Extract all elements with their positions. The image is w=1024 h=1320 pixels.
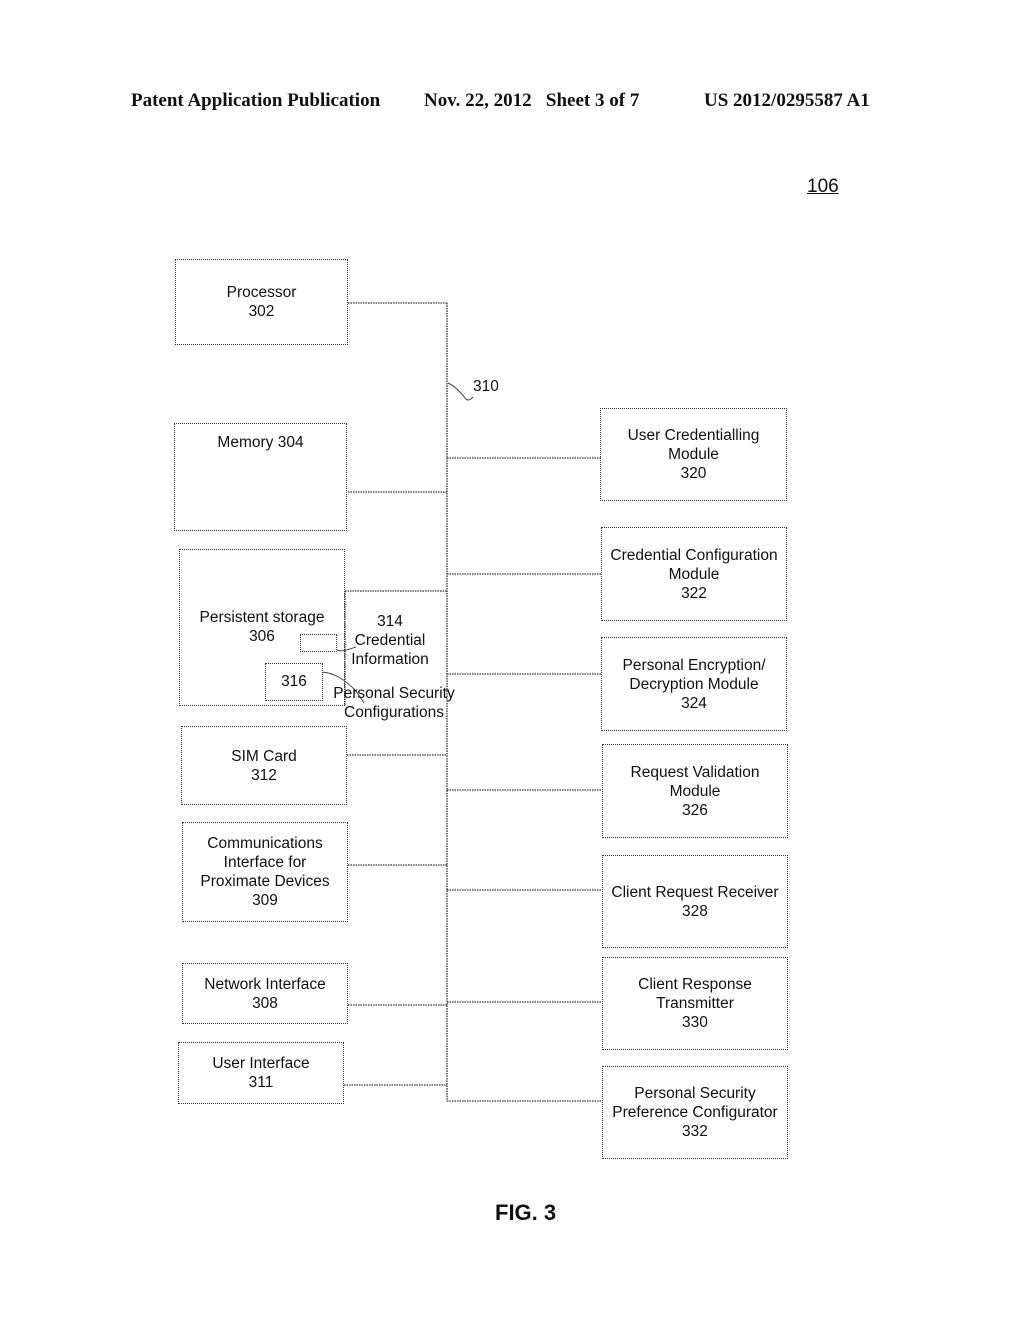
security-preference-configurator-box: Personal Security Preference Configurato…	[602, 1066, 788, 1159]
security-configurations-box: 316	[265, 663, 323, 701]
comm-interface-box: Communications Interface for Proximate D…	[182, 822, 348, 922]
client-request-receiver-box: Client Request Receiver 328	[602, 855, 788, 948]
security-configurations-number: 316	[281, 673, 307, 690]
credential-information-label: 314 Credential Information	[351, 613, 429, 668]
credential-information-box	[300, 634, 337, 652]
user-credentialling-module-box: User Credentialling Module 320	[600, 408, 787, 501]
security-configurations-label: Personal Security Configurations	[333, 685, 455, 721]
encryption-module-box: Personal Encryption/ Decryption Module 3…	[601, 637, 787, 731]
processor-label: Processor 302	[226, 284, 297, 320]
sim-card-label: SIM Card 312	[231, 747, 297, 784]
client-request-receiver-label: Client Request Receiver 328	[611, 883, 779, 920]
network-interface-label: Network Interface 308	[204, 975, 326, 1012]
encryption-module-label: Personal Encryption/ Decryption Module 3…	[622, 656, 766, 712]
memory-box: Memory 304	[174, 423, 347, 531]
user-credentialling-module-label: User Credentialling Module 320	[627, 427, 760, 482]
credential-configuration-module-label: Credential Configuration Module 322	[610, 546, 778, 602]
memory-label: Memory 304	[217, 434, 304, 451]
credential-configuration-module-box: Credential Configuration Module 322	[601, 527, 787, 621]
client-response-transmitter-label: Client Response Transmitter 330	[638, 976, 752, 1031]
sim-card-box: SIM Card 312	[181, 726, 347, 805]
comm-interface-label: Communications Interface for Proximate D…	[200, 835, 330, 909]
bus-wires	[321, 302, 602, 1102]
request-validation-module-box: Request Validation Module 326	[602, 744, 788, 838]
bus-label: 310	[473, 378, 499, 395]
user-interface-box: User Interface 311	[178, 1042, 344, 1104]
bus-leader-squiggle	[447, 382, 474, 401]
network-interface-box: Network Interface 308	[182, 963, 348, 1024]
processor-box: Processor 302	[175, 259, 348, 345]
figure-label: FIG. 3	[495, 1200, 557, 1225]
client-response-transmitter-box: Client Response Transmitter 330	[602, 957, 788, 1050]
user-interface-label: User Interface 311	[212, 1055, 310, 1091]
security-preference-configurator-label: Personal Security Preference Configurato…	[612, 1085, 778, 1140]
request-validation-module-label: Request Validation Module 326	[630, 763, 760, 819]
